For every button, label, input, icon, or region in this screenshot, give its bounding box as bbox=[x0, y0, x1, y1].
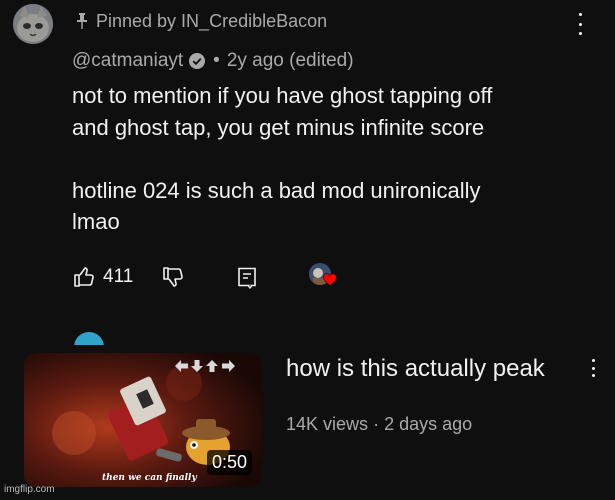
video-views: 14K views bbox=[286, 414, 369, 434]
video-age: 2 days ago bbox=[384, 414, 473, 434]
note-arrows-icon bbox=[175, 360, 235, 372]
comment-line-break bbox=[72, 143, 572, 175]
more-vert-icon[interactable] bbox=[576, 13, 584, 35]
comment-text: not to mention if you have ghost tapping… bbox=[72, 80, 572, 238]
like-count: 411 bbox=[103, 266, 134, 287]
thumb-down-icon[interactable] bbox=[161, 265, 185, 289]
comment-line: lmao bbox=[72, 209, 120, 234]
thumb-up-icon[interactable] bbox=[72, 265, 96, 289]
comment-meta: @catmaniayt • 2y ago (edited) bbox=[72, 47, 354, 75]
video-duration: 0:50 bbox=[206, 450, 252, 475]
thumbnail-caption: then we can finally bbox=[102, 473, 197, 483]
video-title[interactable]: how is this actually peak bbox=[286, 353, 566, 384]
comment-time[interactable]: 2y ago (edited) bbox=[227, 50, 354, 72]
comment-line: not to mention if you have ghost tapping… bbox=[72, 83, 493, 108]
commenter-avatar[interactable] bbox=[13, 4, 53, 44]
creator-heart bbox=[309, 263, 338, 291]
reply-icon[interactable] bbox=[235, 265, 259, 289]
pinned-indicator: Pinned by IN_CredibleBacon bbox=[76, 8, 327, 34]
comment-line: and ghost tap, you get minus infinite sc… bbox=[72, 114, 485, 140]
verified-icon bbox=[189, 53, 206, 69]
comment-line: hotline 024 is such a bad mod unironical… bbox=[72, 177, 481, 203]
pinned-text: Pinned by IN_CredibleBacon bbox=[96, 10, 328, 31]
pin-icon bbox=[77, 13, 87, 29]
comment-author[interactable]: @catmaniayt bbox=[72, 50, 183, 72]
more-vert-icon[interactable] bbox=[589, 359, 597, 377]
heart-icon bbox=[323, 273, 338, 286]
meta-separator: · bbox=[373, 414, 385, 434]
video-thumbnail[interactable]: then we can finally 0:50 bbox=[24, 353, 262, 487]
meta-separator: • bbox=[213, 50, 220, 71]
comment-actions: 411 bbox=[72, 262, 338, 292]
watermark: imgflip.com bbox=[4, 484, 55, 495]
video-meta: 14K views · 2 days ago bbox=[286, 414, 472, 435]
